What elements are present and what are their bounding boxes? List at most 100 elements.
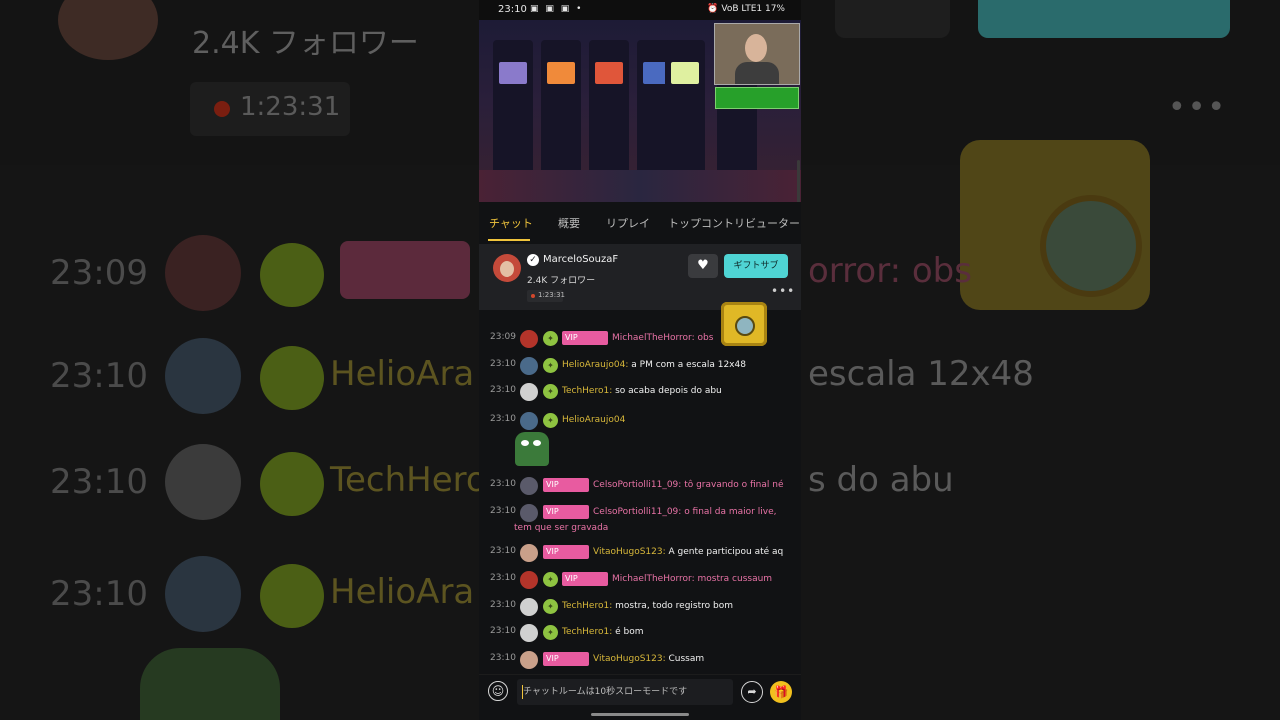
bg-more-icon: ••• [1168, 90, 1228, 125]
chat-text: o final da maior live, [684, 507, 777, 517]
chat-username[interactable]: VitaoHugoS123 [593, 654, 663, 664]
home-indicator[interactable] [591, 713, 689, 716]
vip-badge: VIP [562, 331, 608, 345]
chat-input-bar: ☺ ➦ 🎁 [479, 674, 801, 720]
vip-badge: VIP [562, 572, 608, 586]
smiley-icon[interactable]: ☺ [488, 681, 508, 701]
message-time: 23:10 [490, 359, 516, 369]
chat-text-cont: tem que ser gravada [514, 523, 609, 533]
chat-text: A gente participou até aq [668, 547, 784, 557]
bg-live-dot [214, 101, 230, 117]
video-player[interactable] [479, 20, 801, 202]
network-label: VoB LTE1 [721, 4, 763, 14]
tab-bar: チャット 概要 リプレイ トップコントリビューター [479, 202, 801, 245]
gift-icon[interactable]: 🎁 [770, 681, 792, 703]
axe-badge-icon: ✦ [543, 625, 558, 640]
axe-badge-icon: ✦ [543, 599, 558, 614]
text-caret [522, 685, 523, 699]
status-right: ⏰ VoB LTE1 17% [707, 4, 785, 14]
avatar[interactable] [520, 383, 538, 401]
avatar[interactable] [520, 412, 538, 430]
notification-icons: ▣ ▣ ▣ • [530, 4, 584, 14]
chat-input[interactable] [517, 679, 733, 705]
chat-text: so acaba depois do abu [615, 386, 722, 396]
chat-text: Cussam [668, 654, 705, 664]
avatar[interactable] [520, 330, 538, 348]
more-icon[interactable]: ••• [771, 284, 795, 298]
message-time: 23:10 [490, 600, 516, 610]
avatar[interactable] [520, 598, 538, 616]
share-icon[interactable]: ➦ [741, 681, 763, 703]
scrollbar[interactable] [797, 160, 800, 202]
pepe-emote [515, 432, 549, 466]
chat-username[interactable]: MichaelTheHorror [612, 574, 692, 584]
chat-username[interactable]: VitaoHugoS123 [593, 547, 663, 557]
message-time: 23:10 [490, 653, 516, 663]
avatar[interactable] [520, 651, 538, 669]
bg-pepe-emote [140, 648, 280, 720]
status-bar: 23:10 ▣ ▣ ▣ • ⏰ VoB LTE1 17% [479, 0, 801, 20]
axe-badge-icon: ✦ [543, 331, 558, 346]
tab-underline [488, 239, 530, 241]
follower-count: 2.4K フォロワー [527, 276, 596, 286]
message-time: 23:10 [490, 626, 516, 636]
chat-username[interactable]: CelsoPortiolli11_09 [593, 480, 678, 490]
gift-sub-button[interactable]: ギフトサブ [724, 254, 788, 278]
verified-icon: ✓ [527, 254, 539, 266]
avatar[interactable] [493, 254, 521, 282]
message-time: 23:10 [490, 546, 516, 556]
heart-icon: ♥ [697, 258, 709, 273]
bg-followers: 2.4K フォロワー [192, 26, 419, 61]
live-duration-badge: 1:23:31 [527, 290, 565, 302]
chat-username[interactable]: TechHero1 [562, 386, 609, 396]
chat-text: é bom [615, 627, 644, 637]
message-time: 23:10 [490, 573, 516, 583]
vip-badge: VIP [543, 505, 589, 519]
chat-text: tô gravando o final né [684, 480, 784, 490]
phone-screen: 23:10 ▣ ▣ ▣ • ⏰ VoB LTE1 17% チャット 概要 リプレ… [479, 0, 801, 720]
bg-gift-button [978, 0, 1230, 38]
message-time: 23:10 [490, 506, 516, 516]
avatar[interactable] [520, 357, 538, 375]
chat-username[interactable]: CelsoPortiolli11_09 [593, 507, 678, 517]
follow-button[interactable]: ♥ [688, 254, 718, 278]
chat-list: 23:09 ✦ VIP MichaelTheHorror: obs 23:10 ✦ Heli… [479, 310, 801, 674]
webcam-overlay [714, 23, 800, 85]
avatar[interactable] [520, 477, 538, 495]
avatar[interactable] [520, 544, 538, 562]
chat-username[interactable]: HelioAraujo04 [562, 360, 625, 370]
avatar[interactable] [520, 624, 538, 642]
axe-badge-icon: ✦ [543, 572, 558, 587]
live-dot-icon [531, 294, 535, 298]
chat-username[interactable]: MichaelTheHorror [612, 333, 692, 343]
message-time: 23:10 [490, 414, 516, 424]
message-time: 23:09 [490, 332, 516, 342]
alert-overlay [715, 87, 799, 109]
bg-live-time: 1:23:31 [240, 92, 341, 122]
chat-username[interactable]: TechHero1 [562, 601, 609, 611]
vip-badge: VIP [543, 652, 589, 666]
status-time: 23:10 [498, 4, 527, 15]
vip-badge: VIP [543, 545, 589, 559]
tab-top-contributors[interactable]: トップコントリビューター [668, 215, 800, 231]
axe-badge-icon: ✦ [543, 358, 558, 373]
avatar[interactable] [520, 571, 538, 589]
chat-text: mostra, todo registro bom [615, 601, 733, 611]
streamer-name[interactable]: MarceloSouzaF [543, 254, 618, 265]
bg-heart-button [835, 0, 950, 38]
message-time: 23:10 [490, 385, 516, 395]
tab-overview[interactable]: 概要 [558, 215, 580, 231]
battery-level: 17% [764, 4, 785, 14]
chat-text: obs [697, 333, 714, 343]
axe-badge-icon: ✦ [543, 384, 558, 399]
alarm-icon: ⏰ [707, 4, 719, 14]
chat-text: a PM com a escala 12x48 [631, 360, 746, 370]
tab-chat[interactable]: チャット [489, 215, 533, 231]
vip-badge: VIP [543, 478, 589, 492]
tab-replay[interactable]: リプレイ [606, 215, 650, 231]
chat-username[interactable]: HelioAraujo04 [562, 415, 625, 425]
streamer-card: ✓ MarceloSouzaF 2.4K フォロワー 1:23:31 ♥ ギフト… [479, 244, 801, 310]
chat-username[interactable]: TechHero1 [562, 627, 609, 637]
message-time: 23:10 [490, 479, 516, 489]
axe-badge-icon: ✦ [543, 413, 558, 428]
